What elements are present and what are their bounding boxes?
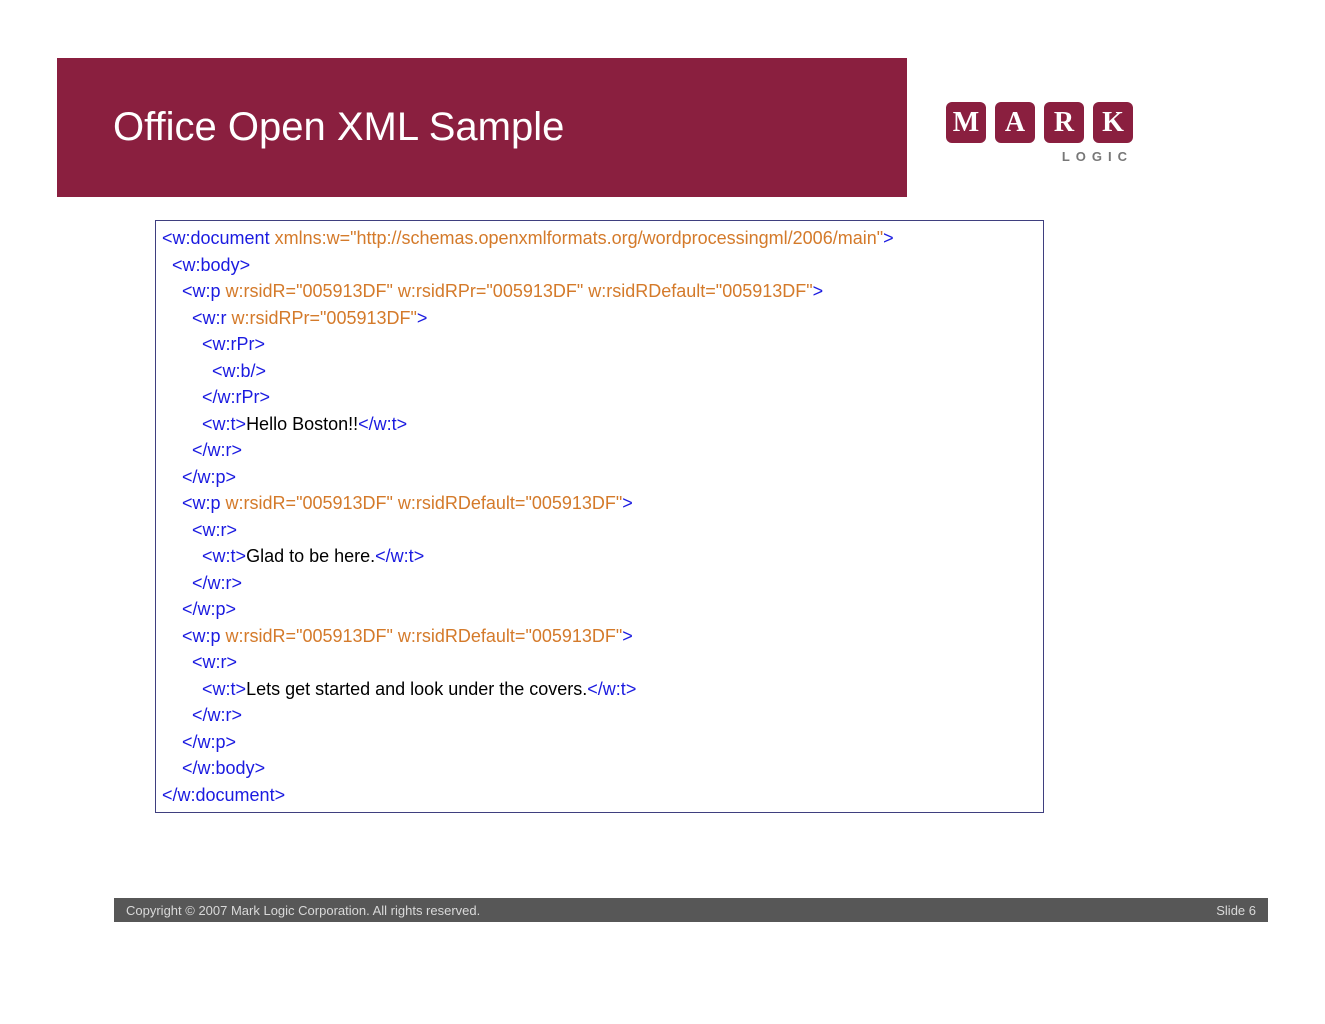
xml-tag: <w:p bbox=[182, 493, 221, 513]
xml-tag: </w:p> bbox=[182, 732, 236, 752]
logo-letter-k: K bbox=[1093, 102, 1133, 143]
xml-tag: <w:p bbox=[182, 626, 221, 646]
xml-tag: <w:b/> bbox=[212, 361, 266, 381]
xml-tag: </w:r> bbox=[192, 573, 242, 593]
xml-tag: <w:t> bbox=[202, 414, 246, 434]
xml-attr: w:rsidRPr="005913DF" bbox=[227, 308, 417, 328]
xml-tag: </w:p> bbox=[182, 599, 236, 619]
xml-tag: <w:t> bbox=[202, 546, 246, 566]
xml-text: Lets get started and look under the cove… bbox=[246, 679, 587, 699]
footer-bar: Copyright © 2007 Mark Logic Corporation.… bbox=[114, 898, 1268, 922]
logo-boxes: M A R K bbox=[946, 102, 1133, 143]
xml-tag: <w:document bbox=[162, 228, 270, 248]
xml-tag: > bbox=[813, 281, 824, 301]
xml-attr: xmlns:w="http://schemas.openxmlformats.o… bbox=[270, 228, 884, 248]
xml-tag: </w:r> bbox=[192, 705, 242, 725]
slide-title: Office Open XML Sample bbox=[113, 105, 564, 150]
xml-tag: </w:document> bbox=[162, 785, 285, 805]
xml-tag: </w:rPr> bbox=[202, 387, 270, 407]
xml-tag: <w:rPr> bbox=[202, 334, 265, 354]
xml-tag: <w:body> bbox=[172, 255, 250, 275]
xml-code-box: <w:document xmlns:w="http://schemas.open… bbox=[155, 220, 1044, 813]
xml-tag: </w:p> bbox=[182, 467, 236, 487]
xml-tag: </w:t> bbox=[587, 679, 636, 699]
xml-text: Hello Boston!! bbox=[246, 414, 358, 434]
copyright-text: Copyright © 2007 Mark Logic Corporation.… bbox=[126, 903, 480, 918]
xml-text: Glad to be here. bbox=[246, 546, 375, 566]
xml-tag: <w:p bbox=[182, 281, 221, 301]
xml-tag: > bbox=[622, 493, 633, 513]
logo-subtitle: LOGIC bbox=[946, 149, 1133, 164]
logo-letter-r: R bbox=[1044, 102, 1084, 143]
xml-tag: </w:t> bbox=[358, 414, 407, 434]
xml-tag: </w:body> bbox=[182, 758, 265, 778]
xml-tag: <w:t> bbox=[202, 679, 246, 699]
xml-tag: <w:r> bbox=[192, 652, 237, 672]
xml-tag: <w:r bbox=[192, 308, 227, 328]
xml-attr: w:rsidR="005913DF" w:rsidRPr="005913DF" … bbox=[221, 281, 813, 301]
slide-number: Slide 6 bbox=[1216, 903, 1256, 918]
logo-letter-m: M bbox=[946, 102, 986, 143]
xml-attr: w:rsidR="005913DF" w:rsidRDefault="00591… bbox=[221, 626, 623, 646]
xml-tag: <w:r> bbox=[192, 520, 237, 540]
title-bar: Office Open XML Sample bbox=[57, 58, 907, 197]
xml-tag: > bbox=[417, 308, 428, 328]
xml-tag: > bbox=[883, 228, 894, 248]
logo: M A R K LOGIC bbox=[946, 102, 1133, 164]
xml-attr: w:rsidR="005913DF" w:rsidRDefault="00591… bbox=[221, 493, 623, 513]
logo-letter-a: A bbox=[995, 102, 1035, 143]
xml-tag: </w:t> bbox=[375, 546, 424, 566]
xml-tag: </w:r> bbox=[192, 440, 242, 460]
xml-tag: > bbox=[622, 626, 633, 646]
